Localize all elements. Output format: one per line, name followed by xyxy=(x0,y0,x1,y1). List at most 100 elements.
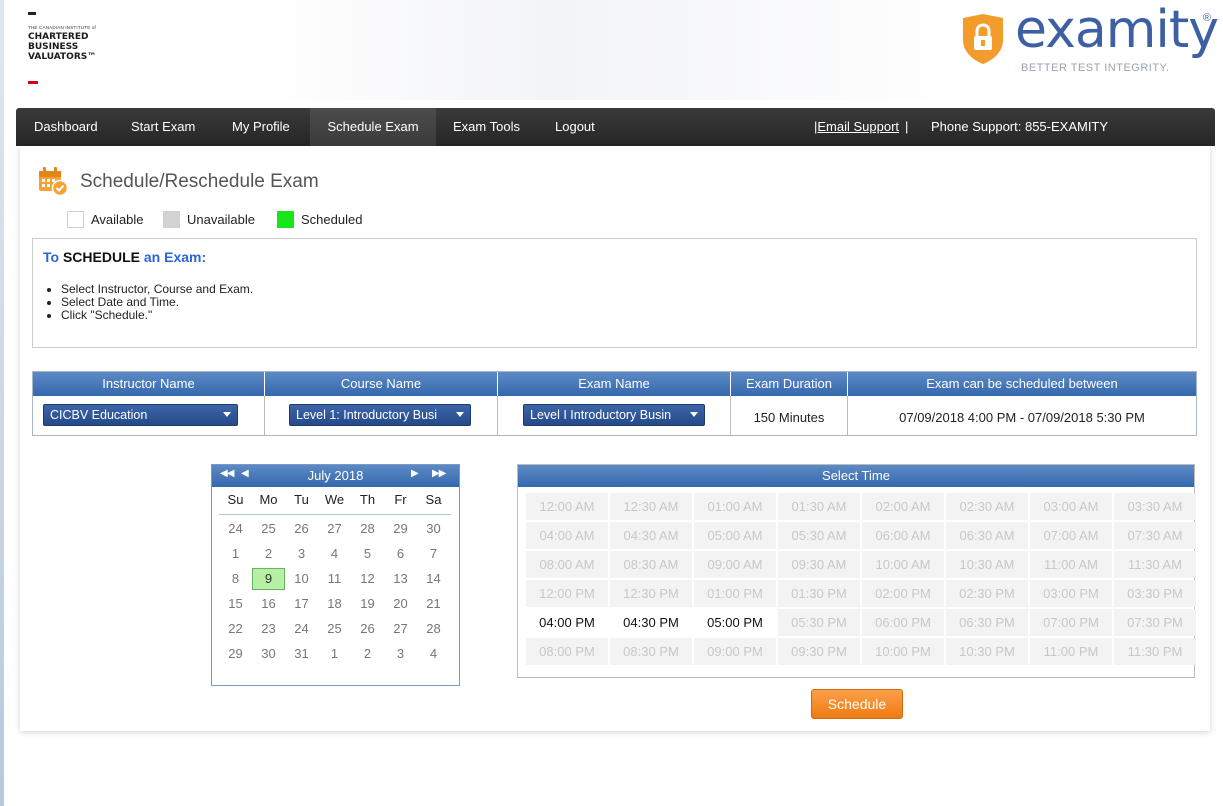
calendar-day[interactable]: 9 xyxy=(252,568,285,590)
calendar-day[interactable]: 30 xyxy=(417,518,450,540)
calendar-day[interactable]: 12 xyxy=(351,568,384,590)
calendar-day[interactable]: 16 xyxy=(252,593,285,615)
calendar-day[interactable]: 11 xyxy=(318,568,351,590)
calendar-day[interactable]: 31 xyxy=(285,643,318,665)
time-slot[interactable]: 10:00 PM xyxy=(862,638,944,665)
calendar-day[interactable]: 22 xyxy=(219,618,252,640)
calendar-day[interactable]: 23 xyxy=(252,618,285,640)
calendar-day[interactable]: 25 xyxy=(252,518,285,540)
calendar-day[interactable]: 28 xyxy=(417,618,450,640)
calendar-day[interactable]: 6 xyxy=(384,543,417,565)
calendar-day[interactable]: 13 xyxy=(384,568,417,590)
calendar-day[interactable]: 28 xyxy=(351,518,384,540)
time-slot[interactable]: 05:30 PM xyxy=(778,609,860,636)
calendar-day[interactable]: 18 xyxy=(318,593,351,615)
instructor-select[interactable]: CICBV Education xyxy=(43,404,238,426)
calendar-day[interactable]: 1 xyxy=(318,643,351,665)
calendar-day[interactable]: 27 xyxy=(384,618,417,640)
calendar-day[interactable]: 29 xyxy=(384,518,417,540)
time-slot[interactable]: 04:00 AM xyxy=(526,522,608,549)
time-slot[interactable]: 06:00 AM xyxy=(862,522,944,549)
next-year-icon[interactable]: ▶▶ xyxy=(432,468,446,479)
time-slot[interactable]: 03:30 PM xyxy=(1114,580,1196,607)
time-slot[interactable]: 12:00 AM xyxy=(526,493,608,520)
time-slot[interactable]: 07:30 AM xyxy=(1114,522,1196,549)
calendar-day[interactable]: 25 xyxy=(318,618,351,640)
time-slot[interactable]: 09:00 PM xyxy=(694,638,776,665)
nav-dashboard[interactable]: Dashboard xyxy=(22,108,110,146)
time-slot[interactable]: 04:30 PM xyxy=(610,609,692,636)
time-slot[interactable]: 01:00 PM xyxy=(694,580,776,607)
time-slot[interactable]: 09:30 AM xyxy=(778,551,860,578)
calendar-day[interactable]: 10 xyxy=(285,568,318,590)
cbv-logo[interactable]: THE CANADIAN INSTITUTE of CHARTERED BUSI… xyxy=(28,12,138,92)
time-slot[interactable]: 08:30 AM xyxy=(610,551,692,578)
time-slot[interactable]: 11:00 PM xyxy=(1030,638,1112,665)
calendar-day[interactable]: 8 xyxy=(219,568,252,590)
time-slot[interactable]: 05:30 AM xyxy=(778,522,860,549)
calendar-day[interactable]: 7 xyxy=(417,543,450,565)
time-slot[interactable]: 09:00 AM xyxy=(694,551,776,578)
time-slot[interactable]: 07:30 PM xyxy=(1114,609,1196,636)
time-slot[interactable]: 06:00 PM xyxy=(862,609,944,636)
time-slot[interactable]: 10:30 AM xyxy=(946,551,1028,578)
email-support-label[interactable]: |Email Support xyxy=(814,119,899,134)
time-slot[interactable]: 10:00 AM xyxy=(862,551,944,578)
time-slot[interactable]: 01:00 AM xyxy=(694,493,776,520)
time-slot[interactable]: 11:30 PM xyxy=(1114,638,1196,665)
calendar-day[interactable]: 19 xyxy=(351,593,384,615)
calendar-day[interactable]: 29 xyxy=(219,643,252,665)
email-support-link[interactable]: |Email Support xyxy=(814,108,899,146)
calendar-day[interactable]: 26 xyxy=(351,618,384,640)
time-slot[interactable]: 06:30 AM xyxy=(946,522,1028,549)
time-slot[interactable]: 12:30 AM xyxy=(610,493,692,520)
time-slot[interactable]: 09:30 PM xyxy=(778,638,860,665)
time-slot[interactable]: 03:00 PM xyxy=(1030,580,1112,607)
time-slot[interactable]: 11:30 AM xyxy=(1114,551,1196,578)
time-slot[interactable]: 02:30 PM xyxy=(946,580,1028,607)
calendar-day[interactable]: 20 xyxy=(384,593,417,615)
examity-logo[interactable]: examity ® BETTER TEST INTEGRITY. xyxy=(961,0,1219,76)
calendar-day[interactable]: 3 xyxy=(384,643,417,665)
time-slot[interactable]: 12:30 PM xyxy=(610,580,692,607)
time-slot[interactable]: 10:30 PM xyxy=(946,638,1028,665)
schedule-button[interactable]: Schedule xyxy=(811,689,903,719)
calendar-day[interactable]: 1 xyxy=(219,543,252,565)
calendar-day[interactable]: 15 xyxy=(219,593,252,615)
calendar-day[interactable]: 5 xyxy=(351,543,384,565)
time-slot[interactable]: 07:00 PM xyxy=(1030,609,1112,636)
next-month-icon[interactable]: ▶ xyxy=(411,468,419,479)
calendar-day[interactable]: 17 xyxy=(285,593,318,615)
calendar-day[interactable]: 4 xyxy=(318,543,351,565)
time-slot[interactable]: 07:00 AM xyxy=(1030,522,1112,549)
time-slot[interactable]: 08:00 AM xyxy=(526,551,608,578)
exam-select[interactable]: Level I Introductory Busin xyxy=(523,404,705,426)
calendar-day[interactable]: 4 xyxy=(417,643,450,665)
calendar-day[interactable]: 24 xyxy=(285,618,318,640)
nav-start-exam[interactable]: Start Exam xyxy=(119,108,207,146)
time-slot[interactable]: 03:00 AM xyxy=(1030,493,1112,520)
time-slot[interactable]: 02:30 AM xyxy=(946,493,1028,520)
calendar-day[interactable]: 2 xyxy=(252,543,285,565)
time-slot[interactable]: 11:00 AM xyxy=(1030,551,1112,578)
course-select[interactable]: Level 1: Introductory Busi xyxy=(289,404,471,426)
nav-schedule-exam[interactable]: Schedule Exam xyxy=(310,108,436,146)
time-slot[interactable]: 05:00 AM xyxy=(694,522,776,549)
time-slot[interactable]: 05:00 PM xyxy=(694,609,776,636)
time-slot[interactable]: 03:30 AM xyxy=(1114,493,1196,520)
time-slot[interactable]: 01:30 PM xyxy=(778,580,860,607)
time-slot[interactable]: 04:30 AM xyxy=(610,522,692,549)
time-slot[interactable]: 01:30 AM xyxy=(778,493,860,520)
time-slot[interactable]: 12:00 PM xyxy=(526,580,608,607)
time-slot[interactable]: 06:30 PM xyxy=(946,609,1028,636)
time-slot[interactable]: 02:00 AM xyxy=(862,493,944,520)
time-slot[interactable]: 08:30 PM xyxy=(610,638,692,665)
calendar-day[interactable]: 27 xyxy=(318,518,351,540)
calendar-day[interactable]: 26 xyxy=(285,518,318,540)
calendar-day[interactable]: 30 xyxy=(252,643,285,665)
time-slot[interactable]: 08:00 PM xyxy=(526,638,608,665)
calendar-day[interactable]: 3 xyxy=(285,543,318,565)
nav-exam-tools[interactable]: Exam Tools xyxy=(441,108,532,146)
time-slot[interactable]: 02:00 PM xyxy=(862,580,944,607)
calendar-day[interactable]: 2 xyxy=(351,643,384,665)
